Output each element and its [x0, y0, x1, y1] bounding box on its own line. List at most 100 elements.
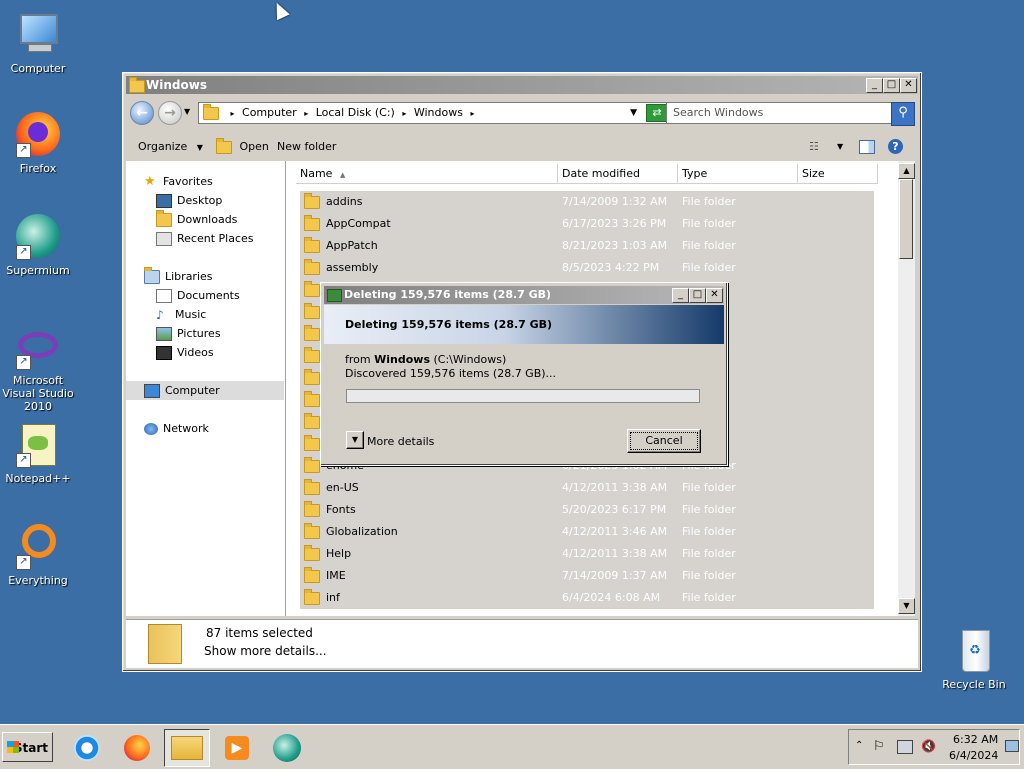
desktop-icon-supermium[interactable]: ↗ Supermium	[0, 212, 76, 277]
nav-network[interactable]: Network	[126, 419, 284, 438]
file-list-row[interactable]: assembly 8/5/2023 4:22 PM File folder	[300, 257, 874, 279]
breadcrumb-arrow-icon[interactable]: ▸	[470, 109, 474, 118]
taskbar-supermium[interactable]	[264, 729, 310, 767]
folder-icon	[304, 588, 320, 605]
clock-time[interactable]: 6:32 AM	[953, 733, 998, 746]
network-status-icon[interactable]	[897, 740, 913, 754]
breadcrumb-item[interactable]: Computer	[242, 106, 297, 119]
nav-libraries[interactable]: Libraries	[126, 267, 284, 286]
refresh-button[interactable]: ⇄	[646, 104, 668, 122]
taskbar-firefox[interactable]	[114, 729, 160, 767]
file-list-row[interactable]: inf 6/4/2024 6:08 AM File folder	[300, 587, 874, 609]
back-button[interactable]: ←	[130, 101, 154, 125]
nav-recent-places[interactable]: Recent Places	[126, 229, 284, 248]
date-modified-cell: 8/21/2023 1:03 AM	[562, 239, 668, 252]
desktop-icon-label: Microsoft Visual Studio 2010	[2, 374, 74, 413]
type-cell: File folder	[682, 525, 736, 538]
nav-desktop[interactable]: Desktop	[126, 191, 284, 210]
nav-documents[interactable]: Documents	[126, 286, 284, 305]
desktop-icon-label: Firefox	[19, 162, 57, 175]
cancel-button[interactable]: Cancel	[627, 429, 701, 453]
date-modified-cell: 4/12/2011 3:46 AM	[562, 525, 668, 538]
file-list-row[interactable]: Help 4/12/2011 3:38 AM File folder	[300, 543, 874, 565]
dialog-maximize-button[interactable]: □	[689, 288, 706, 303]
close-button[interactable]: ✕	[900, 78, 917, 93]
column-header-date[interactable]: Date modified	[558, 164, 678, 184]
selection-count: 87 items selected	[206, 626, 313, 640]
nav-computer[interactable]: Computer	[126, 381, 284, 400]
folder-icon	[129, 77, 145, 93]
new-folder-button[interactable]: New folder	[277, 133, 336, 161]
dialog-title-bar[interactable]: Deleting 159,576 items (28.7 GB) _ □ ✕	[324, 286, 724, 304]
clock-date[interactable]: 6/4/2024	[949, 749, 998, 762]
forward-button[interactable]: →	[158, 101, 182, 125]
nav-favorites[interactable]: ★ Favorites	[126, 172, 284, 191]
breadcrumb-arrow-icon[interactable]: ▸	[402, 109, 406, 118]
file-list-row[interactable]: AppPatch 8/21/2023 1:03 AM File folder	[300, 235, 874, 257]
breadcrumb-arrow-icon[interactable]: ▸	[304, 109, 308, 118]
column-header-name[interactable]: Name ▲	[296, 164, 558, 184]
action-center-flag-icon[interactable]: ⚐	[873, 739, 885, 754]
scroll-down-button[interactable]: ▼	[898, 598, 915, 614]
file-name-cell: IME	[304, 565, 346, 587]
view-options-icon[interactable]: ☷	[809, 133, 819, 161]
more-details-label[interactable]: More details	[367, 435, 434, 448]
explorer-title-bar[interactable]: Windows _ □ ✕	[126, 76, 918, 94]
organize-button[interactable]: Organize ▼	[138, 133, 203, 162]
file-list-row[interactable]: AppCompat 6/17/2023 3:26 PM File folder	[300, 213, 874, 235]
breadcrumb-item[interactable]: Windows	[414, 106, 463, 119]
dialog-minimize-button[interactable]: _	[672, 288, 689, 303]
file-list-row[interactable]: addins 7/14/2009 1:32 AM File folder	[300, 191, 874, 213]
source-folder-link[interactable]: Windows	[374, 353, 430, 366]
more-details-toggle-button[interactable]: ▼	[346, 431, 364, 449]
file-list-row[interactable]: en-US 4/12/2011 3:38 AM File folder	[300, 477, 874, 499]
file-list-row[interactable]: Globalization 4/12/2011 3:46 AM File folde…	[300, 521, 874, 543]
desktop-icon-everything[interactable]: ↗ Everything	[0, 522, 76, 587]
column-header-size[interactable]: Size	[798, 164, 878, 184]
desktop-icon-notepadpp[interactable]: ↗ Notepad++	[0, 420, 76, 485]
address-dropdown-icon[interactable]: ▼	[630, 103, 637, 123]
breadcrumb-item[interactable]: Local Disk (C:)	[316, 106, 395, 119]
start-button[interactable]: Start	[2, 732, 53, 762]
taskbar-windows-explorer[interactable]	[164, 729, 210, 767]
help-icon[interactable]: ?	[888, 139, 903, 154]
show-hidden-icons-chevron-icon[interactable]: ⌃	[855, 740, 863, 751]
scroll-up-button[interactable]: ▲	[898, 163, 915, 179]
desktop-icon-label: Recycle Bin	[942, 678, 1006, 691]
taskbar-internet-explorer[interactable]	[64, 729, 110, 767]
nav-pictures[interactable]: Pictures	[126, 324, 284, 343]
sort-ascending-icon: ▲	[339, 171, 346, 179]
open-button[interactable]: Open	[216, 133, 269, 161]
search-icon[interactable]: ⚲	[891, 102, 915, 126]
nav-downloads[interactable]: Downloads	[126, 210, 284, 229]
show-desktop-icon[interactable]	[1005, 740, 1019, 752]
navigation-pane: ★ Favorites Desktop Downloads Recent Plac…	[126, 161, 286, 616]
volume-muted-icon[interactable]: 🔇	[921, 739, 936, 753]
dialog-heading: Deleting 159,576 items (28.7 GB)	[324, 305, 724, 344]
desktop-icon-recycle-bin[interactable]: ♻ Recycle Bin	[936, 626, 1012, 691]
star-icon: ★	[144, 174, 156, 189]
search-input[interactable]: Search Windows	[666, 102, 892, 124]
breadcrumb[interactable]: ▸ Computer ▸ Local Disk (C:) ▸ Windows ▸…	[198, 102, 668, 124]
nav-videos[interactable]: Videos	[126, 343, 284, 362]
maximize-button[interactable]: □	[883, 78, 900, 93]
file-list-row[interactable]: Fonts 5/20/2023 6:17 PM File folder	[300, 499, 874, 521]
show-more-details-link[interactable]: Show more details...	[204, 644, 327, 658]
desktop-icon-visual-studio[interactable]: ↗ Microsoft Visual Studio 2010	[0, 322, 76, 413]
file-list-row[interactable]: IME 7/14/2009 1:37 AM File folder	[300, 565, 874, 587]
breadcrumb-arrow-icon[interactable]: ▸	[231, 109, 235, 118]
preview-pane-icon[interactable]	[859, 140, 875, 154]
desktop-icon-firefox[interactable]: ↗ Firefox	[0, 110, 76, 175]
nav-music[interactable]: ♪ Music	[126, 305, 284, 324]
recent-pages-chevron-icon[interactable]: ▼	[184, 107, 190, 116]
minimize-button[interactable]: _	[866, 78, 883, 93]
window-title: Windows	[146, 78, 207, 92]
view-chevron-down-icon[interactable]: ▼	[837, 133, 843, 161]
firefox-icon: ↗	[14, 110, 62, 158]
taskbar-media-player[interactable]: ▶	[214, 729, 260, 767]
desktop-icon-computer[interactable]: Computer	[0, 10, 76, 75]
column-header-type[interactable]: Type	[678, 164, 798, 184]
scrollbar-thumb[interactable]	[899, 179, 913, 259]
vertical-scrollbar[interactable]: ▲ ▼	[898, 161, 915, 616]
dialog-close-button[interactable]: ✕	[706, 288, 723, 303]
